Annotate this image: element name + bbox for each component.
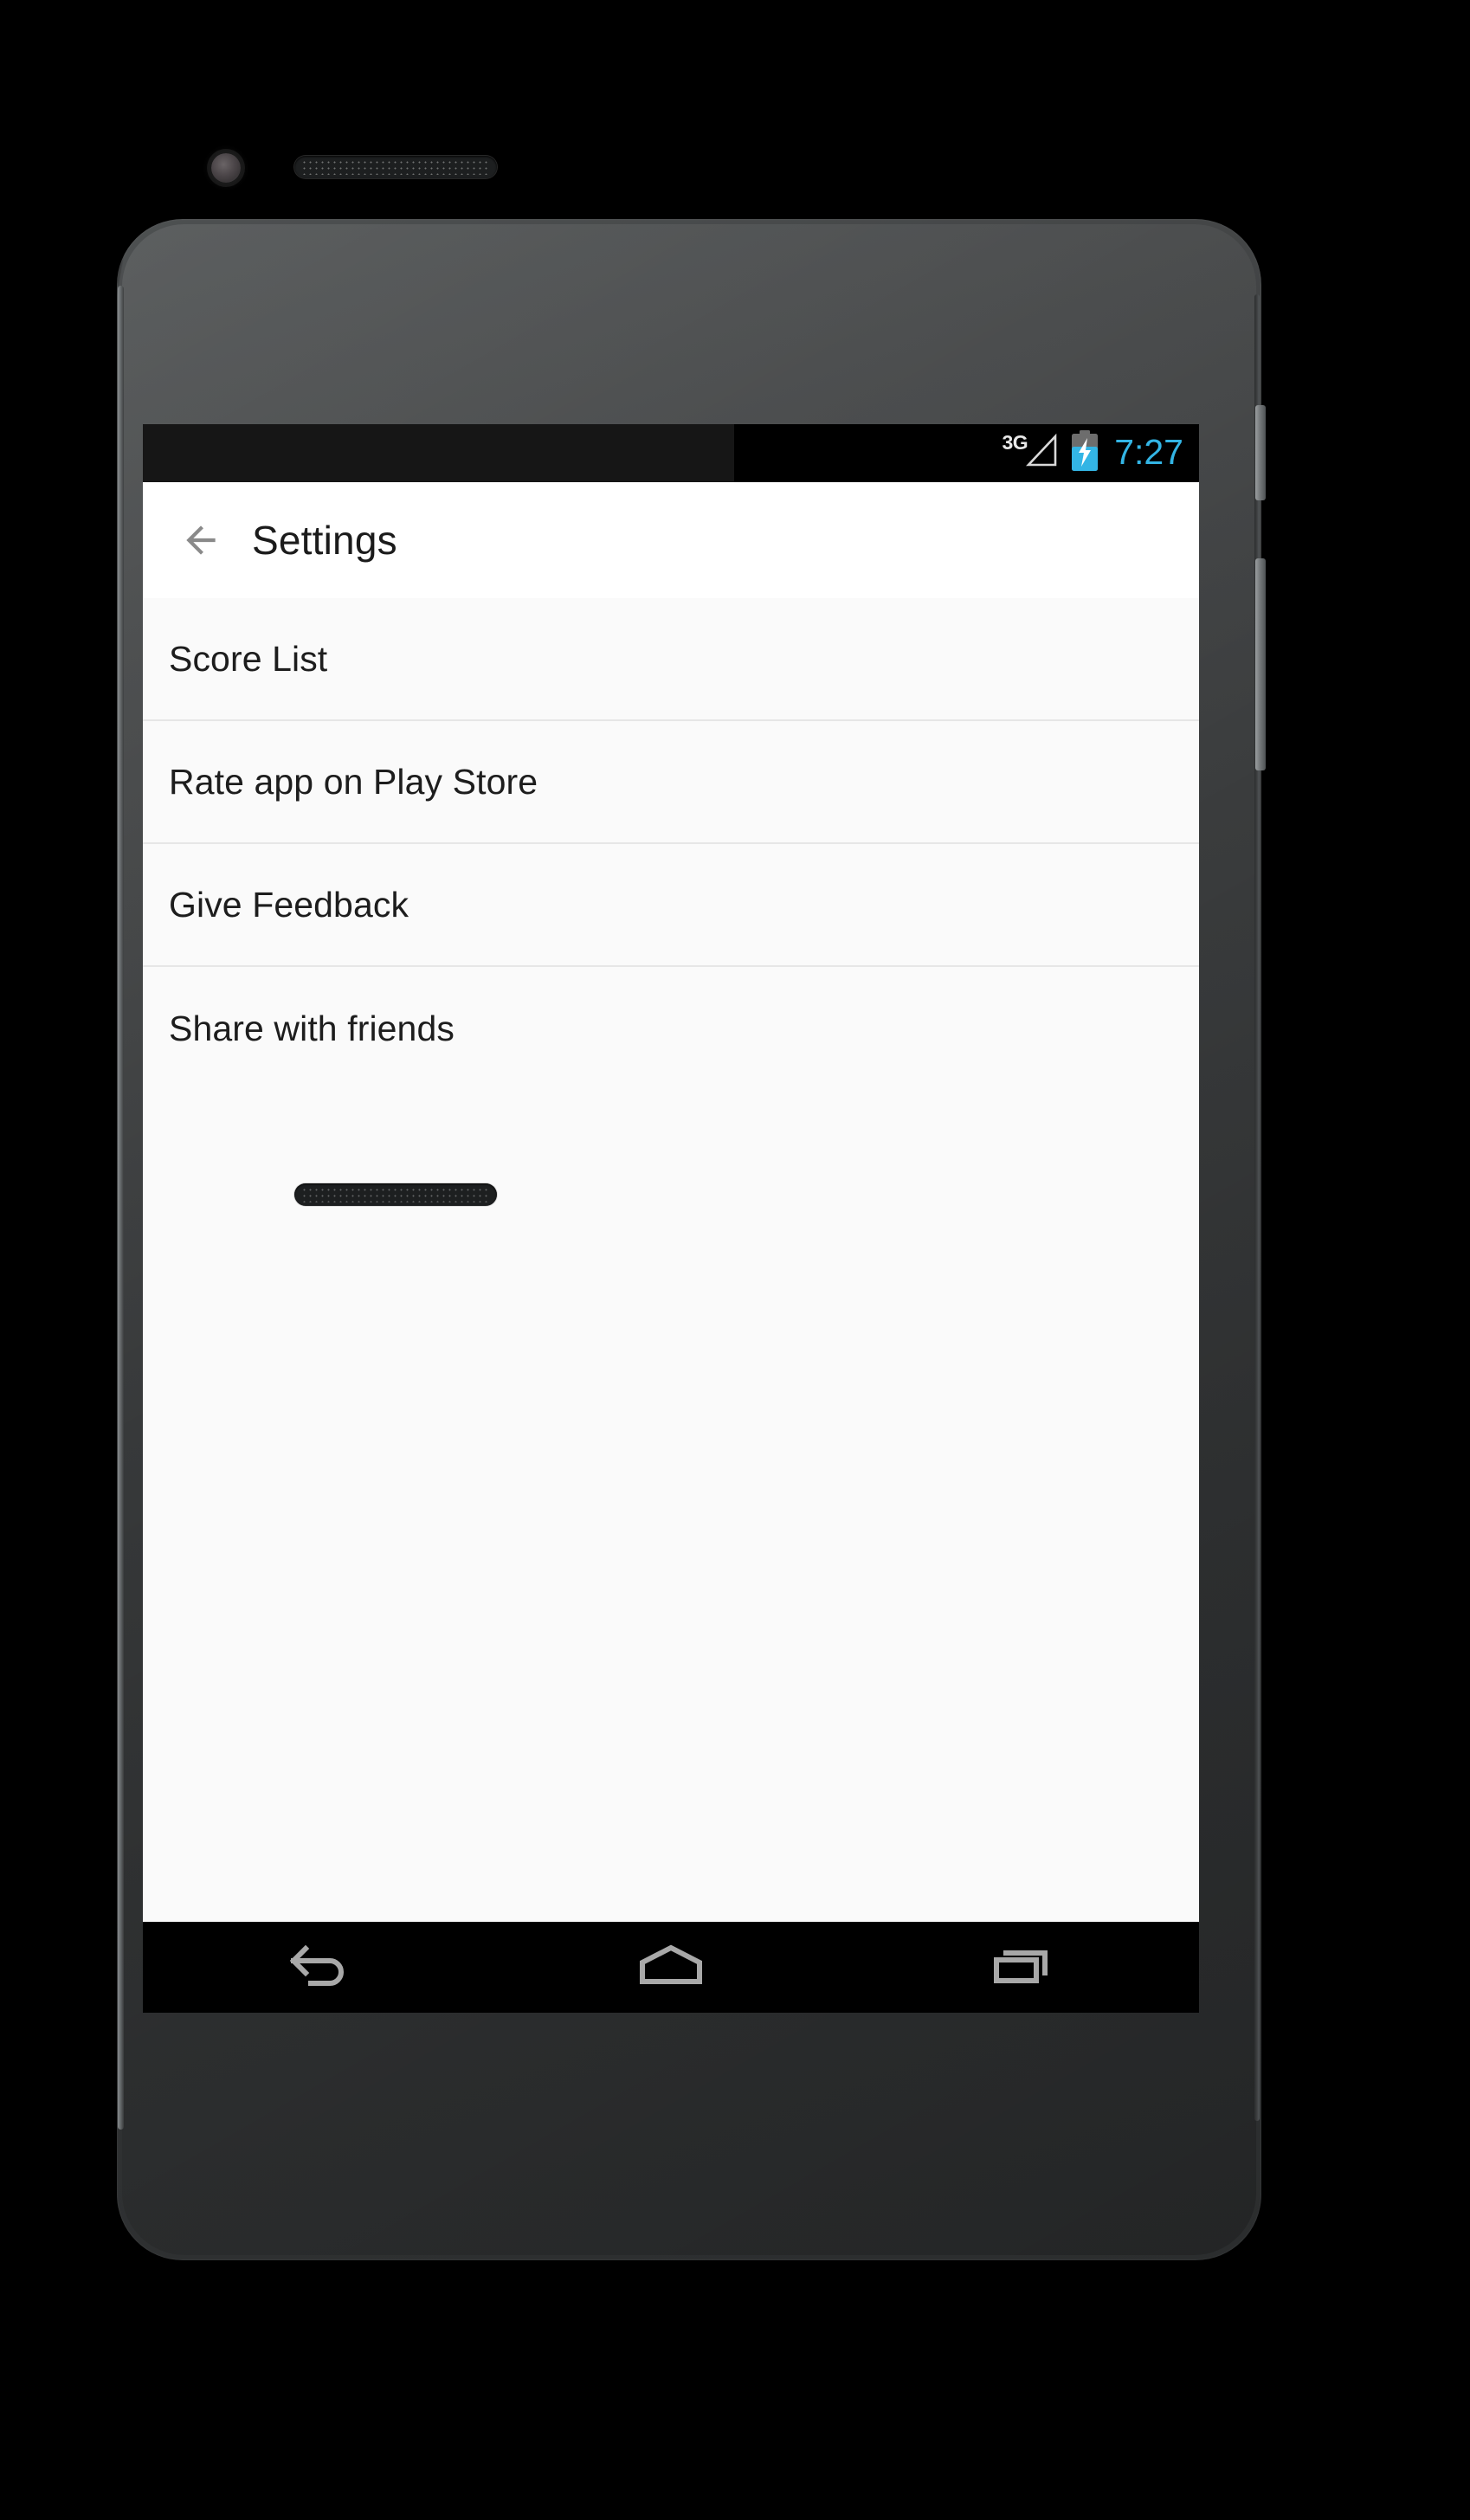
- nav-home-icon: [634, 1938, 708, 1996]
- nav-home-button[interactable]: [593, 1922, 749, 2013]
- volume-button[interactable]: [1255, 558, 1266, 770]
- status-bar-scrim: [143, 424, 735, 482]
- list-item-rate-app[interactable]: Rate app on Play Store: [143, 721, 1199, 844]
- front-camera-icon: [211, 153, 241, 183]
- app-bar: Settings: [143, 482, 1199, 598]
- status-bar: 3G 7:27: [143, 424, 1199, 482]
- signal-triangle-empty-icon: [1025, 432, 1060, 474]
- list-item-label: Share with friends: [169, 1008, 455, 1048]
- list-item-label: Score List: [169, 638, 328, 679]
- page-title: Settings: [252, 518, 397, 563]
- phone-left-rim: [118, 286, 124, 2130]
- list-item-share-with-friends[interactable]: Share with friends: [143, 967, 1199, 1090]
- battery-charging-icon: [1070, 430, 1099, 476]
- signal-indicator: 3G: [1003, 432, 1061, 474]
- phone-screen: 3G 7:27 Settings Score List Rate app on …: [143, 424, 1199, 2013]
- bottom-speaker-grille: [294, 1183, 497, 1206]
- nav-back-icon: [285, 1938, 352, 1996]
- list-item-label: Rate app on Play Store: [169, 761, 538, 802]
- nav-recents-button[interactable]: [945, 1922, 1101, 2013]
- list-item-score-list[interactable]: Score List: [143, 598, 1199, 721]
- nav-back-button[interactable]: [241, 1922, 397, 2013]
- status-bar-clock: 7:27: [1114, 431, 1183, 472]
- settings-list: Score List Rate app on Play Store Give F…: [143, 598, 1199, 1090]
- nav-recents-icon: [988, 1938, 1059, 1996]
- list-item-give-feedback[interactable]: Give Feedback: [143, 844, 1199, 967]
- list-item-label: Give Feedback: [169, 884, 409, 925]
- arrow-left-icon[interactable]: [179, 519, 222, 562]
- earpiece-speaker-grille: [294, 156, 497, 178]
- navigation-bar: [143, 1922, 1199, 2013]
- power-button[interactable]: [1255, 405, 1266, 500]
- network-type-label: 3G: [1002, 431, 1028, 454]
